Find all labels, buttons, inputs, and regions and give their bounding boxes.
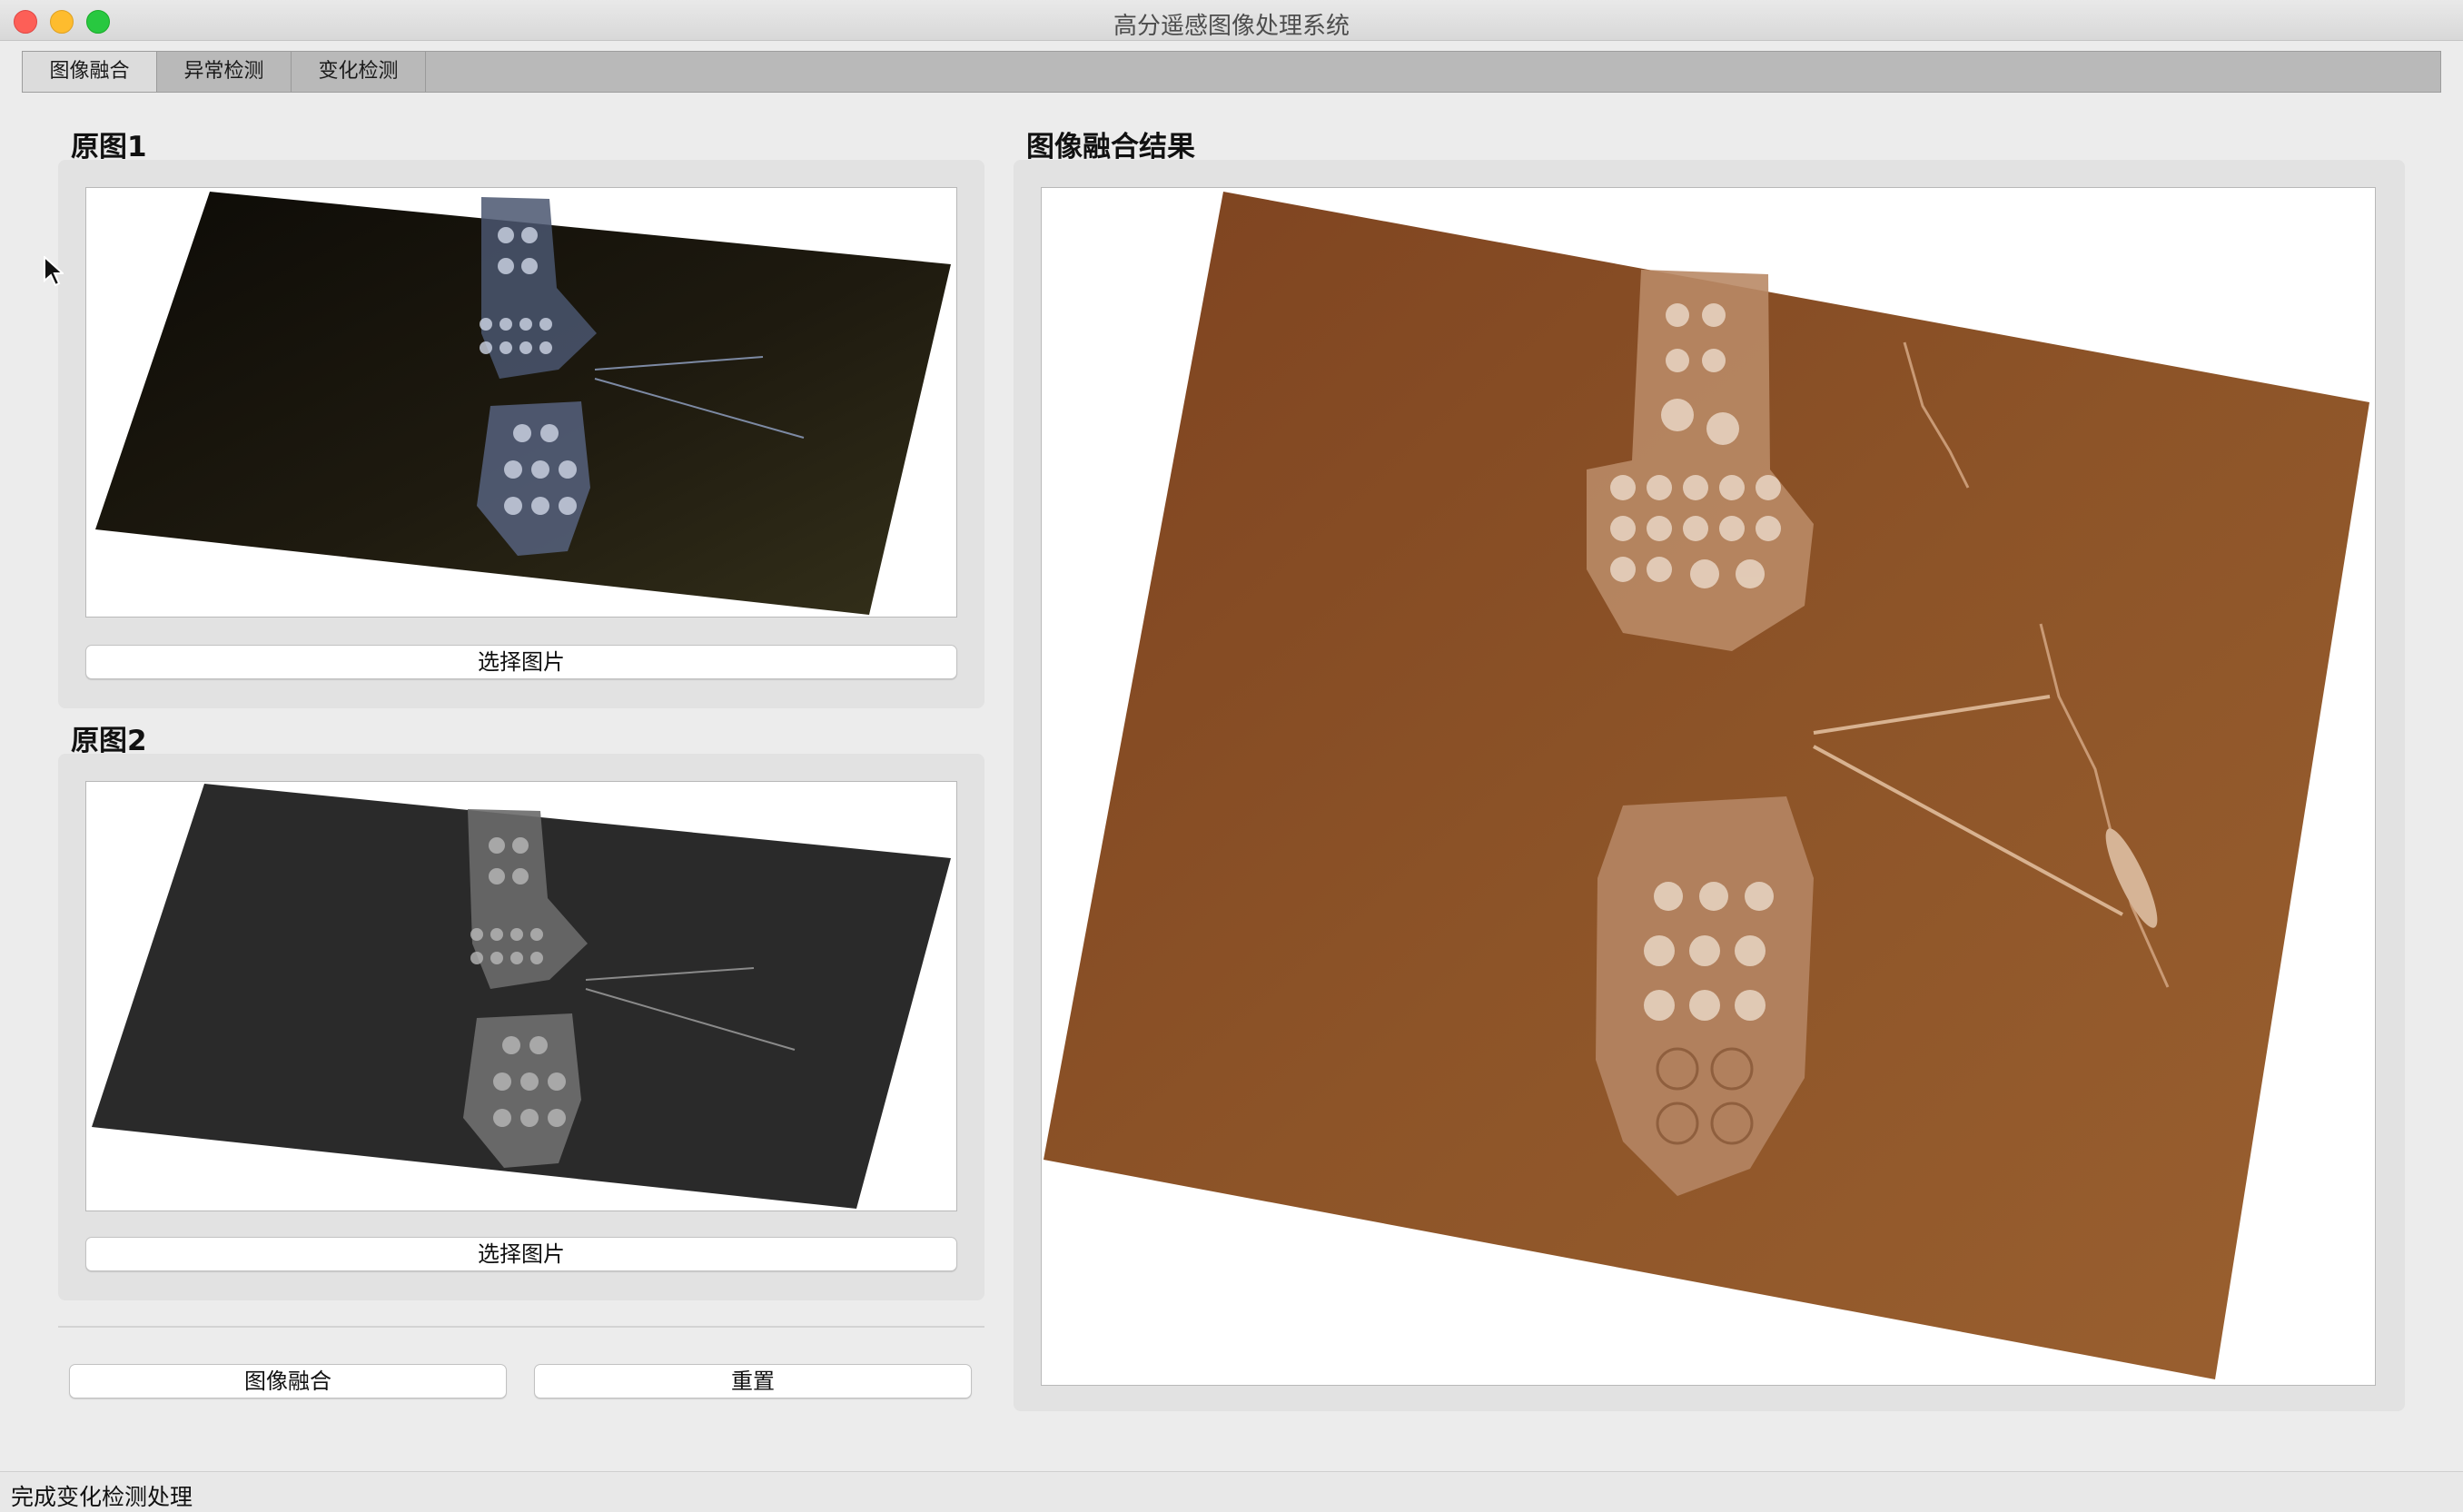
tab-image-fusion[interactable]: 图像融合	[23, 52, 157, 92]
source2-label: 原图2	[71, 725, 147, 757]
select-image2-button[interactable]: 选择图片	[85, 1237, 957, 1271]
select-image1-button[interactable]: 选择图片	[85, 645, 957, 679]
mouse-pointer-icon	[44, 256, 64, 287]
tab-change-detection[interactable]: 变化检测	[292, 52, 426, 92]
window-title: 高分遥感图像处理系统	[1113, 13, 1350, 40]
window-titlebar: 高分遥感图像处理系统	[0, 0, 2463, 41]
fuse-images-button[interactable]: 图像融合	[69, 1364, 507, 1398]
source2-image	[85, 781, 957, 1211]
source1-image	[85, 187, 957, 618]
panel-divider	[58, 1326, 984, 1328]
status-bar: 完成变化检测处理	[0, 1471, 2463, 1512]
source2-group: 选择图片	[58, 754, 984, 1300]
reset-button[interactable]: 重置	[534, 1364, 972, 1398]
tab-bar: 图像融合 异常检测 变化检测	[22, 51, 2441, 93]
fusion-result-group	[1014, 160, 2405, 1411]
fusion-result-label: 图像融合结果	[1026, 131, 1195, 163]
source1-label: 原图1	[71, 131, 147, 163]
status-text: 完成变化检测处理	[11, 1484, 193, 1510]
tab-anomaly-detection[interactable]: 异常检测	[157, 52, 292, 92]
fusion-result-image	[1041, 187, 2376, 1386]
source1-group: 选择图片	[58, 160, 984, 708]
